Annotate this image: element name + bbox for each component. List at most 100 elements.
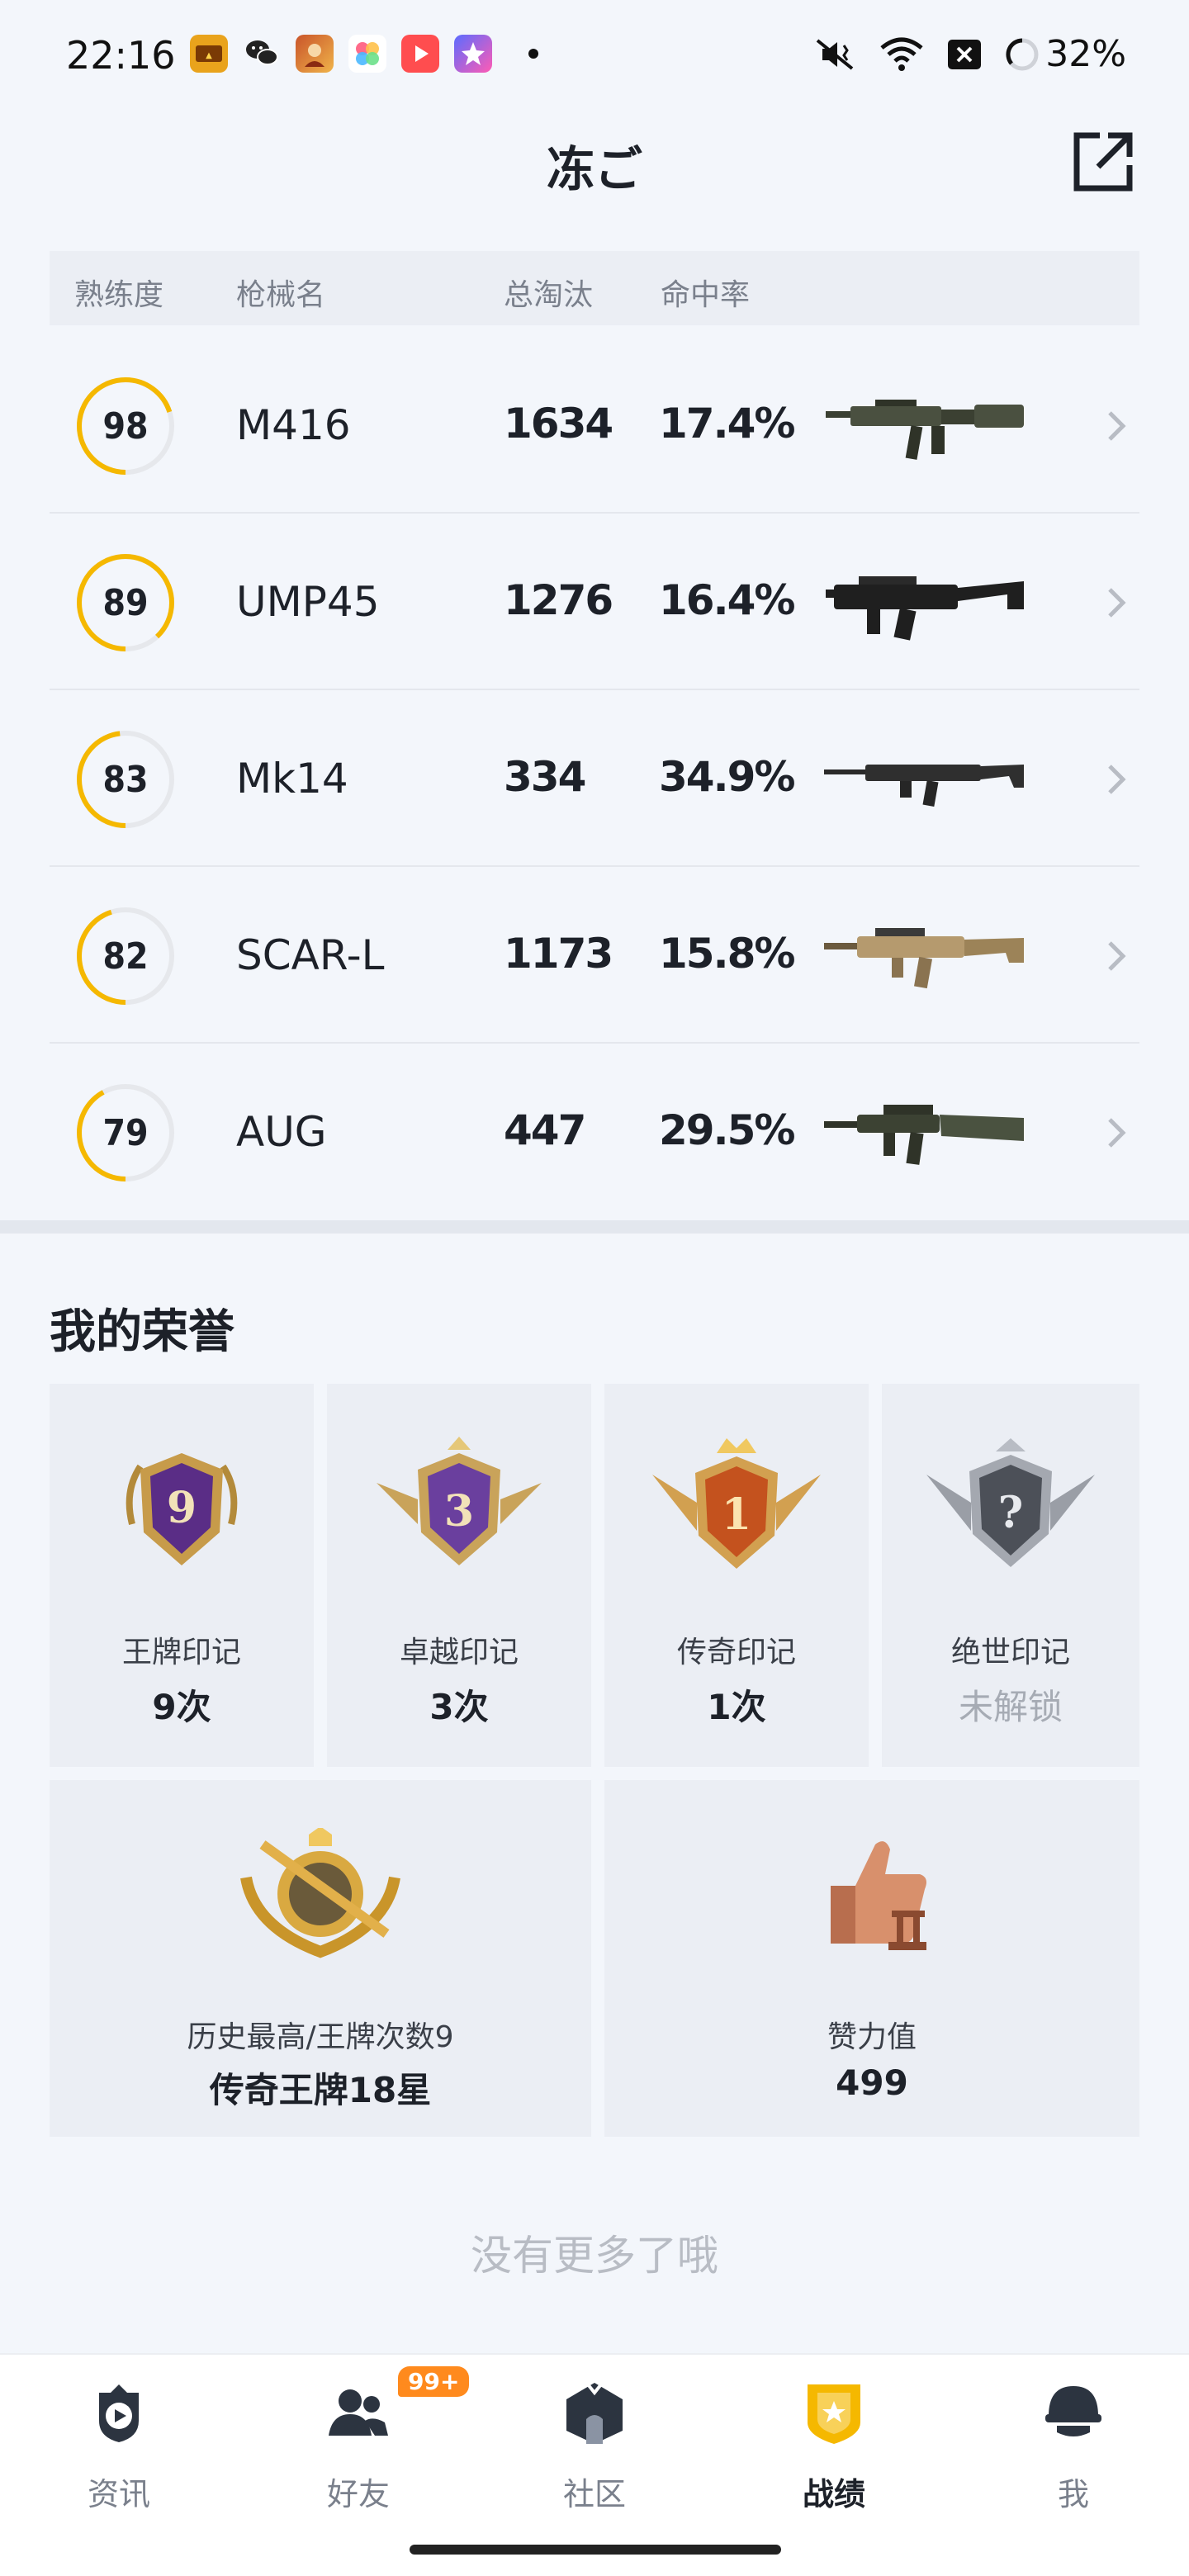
proficiency-value: 89 [102, 581, 149, 624]
svg-text:▲: ▲ [206, 51, 212, 60]
chevron-right-icon [1108, 588, 1126, 618]
proficiency-value: 83 [102, 758, 149, 801]
m416-rifle-icon [826, 400, 1024, 460]
weapon-name: Mk14 [236, 755, 348, 803]
battery-ring-icon [1006, 37, 1039, 70]
chevron-right-icon [1108, 941, 1126, 971]
status-app-icons: ▲ [190, 35, 538, 73]
honor-card-value: 未解锁 [958, 1687, 1063, 1727]
nav-label: 我 [1057, 2476, 1089, 2512]
wifi-icon [880, 37, 923, 71]
legend-mark-badge-icon: 1 [652, 1438, 821, 1569]
weapon-kills: 1173 [504, 930, 613, 978]
header-weapon-name: 枪械名 [236, 278, 326, 312]
honor-card-label: 王牌印记 [121, 1636, 241, 1669]
honor-card-value: 1次 [707, 1687, 766, 1727]
proficiency-value: 82 [102, 935, 149, 978]
status-time: 22:16 [66, 33, 176, 78]
aug-rifle-icon [824, 1105, 1024, 1165]
weapon-row-m416[interactable]: 98 M416 1634 17.4% [50, 339, 1139, 514]
history-rank-value: 传奇王牌18星 [209, 2070, 432, 2110]
weapon-row-ump45[interactable]: 89 UMP45 1276 16.4% [50, 515, 1139, 690]
bottom-navigation: 资讯 99+ 好友 社区 战绩 我 [0, 2353, 1189, 2576]
excellence-mark-badge-number: 3 [444, 1486, 474, 1537]
weapon-kills: 447 [504, 1106, 586, 1154]
weapon-kills: 334 [504, 753, 586, 801]
peerless-mark-badge-icon: ? [926, 1438, 1095, 1567]
share-external-icon [1073, 132, 1133, 192]
chevron-right-icon [1108, 1118, 1126, 1148]
weapon-name: SCAR-L [236, 931, 385, 979]
wechat-icon [243, 35, 281, 73]
nav-label: 资讯 [87, 2476, 150, 2512]
likes-value: 499 [836, 2062, 908, 2103]
community-house-icon [566, 2383, 623, 2444]
weapon-row-scar-l[interactable]: 82 SCAR-L 1173 15.8% [50, 869, 1139, 1044]
battery-percent: 32% [1045, 33, 1126, 75]
game-app-icon: ▲ [190, 35, 228, 73]
weapon-name: UMP45 [236, 578, 380, 626]
news-play-icon [99, 2384, 139, 2442]
chevron-right-icon [1108, 765, 1126, 794]
nav-item-community[interactable]: 社区 [512, 2379, 677, 2545]
honor-card-excellence-mark[interactable]: 3 卓越印记 3次 [327, 1384, 591, 1767]
honor-card-value: 3次 [429, 1687, 489, 1727]
history-rank-label: 历史最高/王牌次数9 [187, 2020, 454, 2054]
honor-card-ace-mark[interactable]: 9 王牌印记 9次 [50, 1384, 314, 1767]
chevron-right-icon [1108, 411, 1126, 441]
likes-label: 赞力值 [827, 2020, 917, 2054]
status-system-icons: 32% [812, 33, 1126, 75]
proficiency-value: 98 [102, 405, 149, 447]
photos-app-icon [348, 35, 386, 73]
nav-label: 社区 [562, 2476, 626, 2512]
history-rank-card[interactable]: 历史最高/王牌次数9 传奇王牌18星 [50, 1780, 591, 2137]
honor-card-peerless-mark[interactable]: ? 绝世印记 未解锁 [882, 1384, 1139, 1767]
header-hit-rate: 命中率 [661, 278, 751, 312]
scar-l-rifle-icon [824, 928, 1024, 989]
likes-card[interactable]: 赞力值 499 [604, 1780, 1139, 2137]
star-app-icon [454, 35, 492, 73]
thumbs-up-trophy-icon [831, 1841, 926, 1950]
weapon-name: AUG [236, 1108, 327, 1156]
header-total-kills: 总淘汰 [504, 278, 594, 312]
weapon-table-header: 熟练度 枪械名 总淘汰 命中率 [50, 251, 1139, 325]
mute-vibrate-icon [816, 38, 854, 70]
home-indicator[interactable] [410, 2545, 781, 2555]
record-shield-icon [808, 2384, 860, 2444]
legend-mark-badge-number: 1 [722, 1489, 751, 1540]
notification-dot [528, 49, 538, 59]
weapon-hit-rate: 34.9% [659, 753, 795, 801]
honor-card-value: 9次 [152, 1687, 211, 1727]
nav-item-records[interactable]: 战绩 [751, 2379, 917, 2545]
legend-ace-rank-badge-icon [240, 1828, 400, 1958]
weapon-row-mk14[interactable]: 83 Mk14 334 34.9% [50, 692, 1139, 867]
ump45-smg-icon [826, 576, 1024, 641]
nav-label: 好友 [326, 2476, 390, 2512]
friends-icon [329, 2389, 388, 2436]
nav-item-me[interactable]: 我 [991, 2379, 1156, 2545]
weapon-kills: 1634 [504, 400, 613, 447]
honor-card-label: 传奇印记 [676, 1636, 796, 1669]
page-title: 冻ご [546, 141, 642, 197]
section-divider [0, 1220, 1189, 1234]
weapon-name: M416 [236, 401, 351, 449]
helmet-profile-icon [1045, 2386, 1101, 2436]
ace-mark-badge-number: 9 [167, 1483, 197, 1533]
nav-label: 战绩 [802, 2476, 865, 2512]
weapon-hit-rate: 16.4% [659, 576, 795, 624]
weapon-kills: 1276 [504, 576, 613, 624]
excellence-mark-badge-icon: 3 [377, 1437, 542, 1565]
mk14-rifle-icon [824, 765, 1024, 807]
weapon-row-aug[interactable]: 79 AUG 447 29.5% [50, 1045, 1139, 1220]
nav-item-news[interactable]: 资讯 [36, 2379, 201, 2545]
honor-card-label: 绝世印记 [950, 1636, 1070, 1669]
share-button[interactable] [1070, 129, 1136, 195]
no-more-content-note: 没有更多了哦 [471, 2232, 718, 2280]
video-app-icon [401, 35, 439, 73]
honor-card-legend-mark[interactable]: 1 传奇印记 1次 [604, 1384, 869, 1767]
proficiency-value: 79 [102, 1111, 149, 1154]
nav-item-friends[interactable]: 99+ 好友 [276, 2366, 470, 2545]
weapon-hit-rate: 17.4% [659, 400, 795, 447]
close-box-icon [948, 39, 982, 69]
ace-mark-badge-icon: 9 [126, 1453, 238, 1565]
